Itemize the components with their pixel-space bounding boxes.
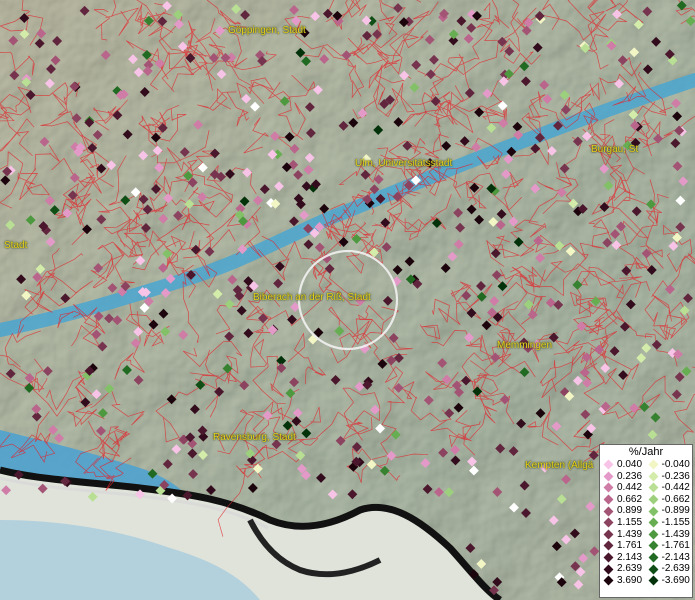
legend-swatch <box>603 471 614 482</box>
legend-value: 0.442 <box>617 482 643 494</box>
legend-value: 0.236 <box>617 470 643 482</box>
legend-row: -0.236 <box>648 471 693 483</box>
legend-swatch <box>603 494 614 505</box>
map-legend: %/Jahr 0.040 0.236 0.442 0.662 0.899 1.155 1.4… <box>599 444 693 598</box>
legend-swatch <box>648 459 658 470</box>
city-label-memmingen: Memmingen <box>497 340 553 351</box>
legend-value: -0.899 <box>661 505 690 517</box>
legend-row: -2.143 <box>648 552 693 564</box>
legend-value: -1.439 <box>661 528 690 540</box>
legend-row: -1.761 <box>648 540 693 552</box>
legend-swatch <box>648 471 658 482</box>
legend-swatch <box>648 517 658 528</box>
legend-value: 1.155 <box>617 516 643 528</box>
city-label-biberach: Biberach an der Riß, Stadt <box>253 292 371 303</box>
legend-swatch <box>648 552 658 563</box>
legend-row: 0.442 <box>603 482 648 494</box>
legend-value: -2.143 <box>661 551 690 563</box>
legend-swatch <box>603 575 614 586</box>
legend-row: -3.690 <box>648 575 693 587</box>
legend-value: 0.040 <box>617 459 643 470</box>
city-label-kempten: Kempten (Allgä <box>525 460 594 471</box>
city-label-ulm: Ulm, Universitätsstadt <box>355 158 453 169</box>
legend-row: -1.155 <box>648 517 693 529</box>
legend-swatch <box>603 541 614 551</box>
legend-swatch <box>648 494 658 505</box>
legend-row: 0.236 <box>603 471 648 483</box>
legend-row: 1.155 <box>603 517 648 529</box>
legend-row: -0.662 <box>648 494 693 506</box>
legend-swatch <box>648 541 658 551</box>
city-label-left-stadt: Stadt <box>4 240 28 251</box>
legend-value: 2.143 <box>617 551 643 563</box>
legend-swatch <box>648 506 658 517</box>
legend-swatch <box>603 552 614 563</box>
legend-value: 1.761 <box>617 540 643 552</box>
legend-row: -1.439 <box>648 529 693 541</box>
legend-swatch <box>603 564 614 575</box>
legend-value: -0.662 <box>661 493 690 505</box>
legend-row: 1.761 <box>603 540 648 552</box>
city-label-burgau: Burgau, St <box>591 144 639 155</box>
legend-value: -3.690 <box>661 574 690 586</box>
legend-row: 3.690 <box>603 575 648 587</box>
city-label-goeppingen: Göppingen, Stadt <box>228 25 306 36</box>
legend-row: 2.639 <box>603 563 648 575</box>
legend-value: 3.690 <box>617 574 643 586</box>
legend-swatch <box>603 529 614 540</box>
legend-value: -2.639 <box>661 563 690 575</box>
legend-row: 0.040 <box>603 459 648 471</box>
legend-value: -0.040 <box>661 459 690 470</box>
legend-value: 0.899 <box>617 505 643 517</box>
legend-row: 2.143 <box>603 552 648 564</box>
legend-row: -2.639 <box>648 563 693 575</box>
legend-value: 2.639 <box>617 563 643 575</box>
legend-row: 0.899 <box>603 505 648 517</box>
legend-row: 0.662 <box>603 494 648 506</box>
legend-row: -0.442 <box>648 482 693 494</box>
legend-value: 0.662 <box>617 493 643 505</box>
legend-value: -0.442 <box>661 482 690 494</box>
legend-swatch <box>648 564 658 575</box>
legend-swatch <box>603 517 614 528</box>
legend-value: -0.236 <box>661 470 690 482</box>
legend-title: %/Jahr <box>628 446 664 458</box>
legend-value: -1.761 <box>661 540 690 552</box>
legend-row: -0.899 <box>648 505 693 517</box>
legend-swatch <box>648 575 658 586</box>
legend-swatch <box>603 506 614 517</box>
legend-value: -1.155 <box>661 516 690 528</box>
legend-negative-column: -0.040 -0.236 -0.442 -0.662 -0.899 -1.155 -1.4… <box>648 459 693 587</box>
legend-row: -0.040 <box>648 459 693 471</box>
legend-value: 1.439 <box>617 528 643 540</box>
legend-swatch <box>648 529 658 540</box>
city-label-ravensburg: Ravensburg, Stadt <box>213 432 296 443</box>
legend-swatch <box>648 483 658 493</box>
legend-positive-column: 0.040 0.236 0.442 0.662 0.899 1.155 1.439 1.761… <box>603 459 648 587</box>
legend-row: 1.439 <box>603 529 648 541</box>
legend-swatch <box>603 483 614 493</box>
legend-swatch <box>603 459 614 470</box>
